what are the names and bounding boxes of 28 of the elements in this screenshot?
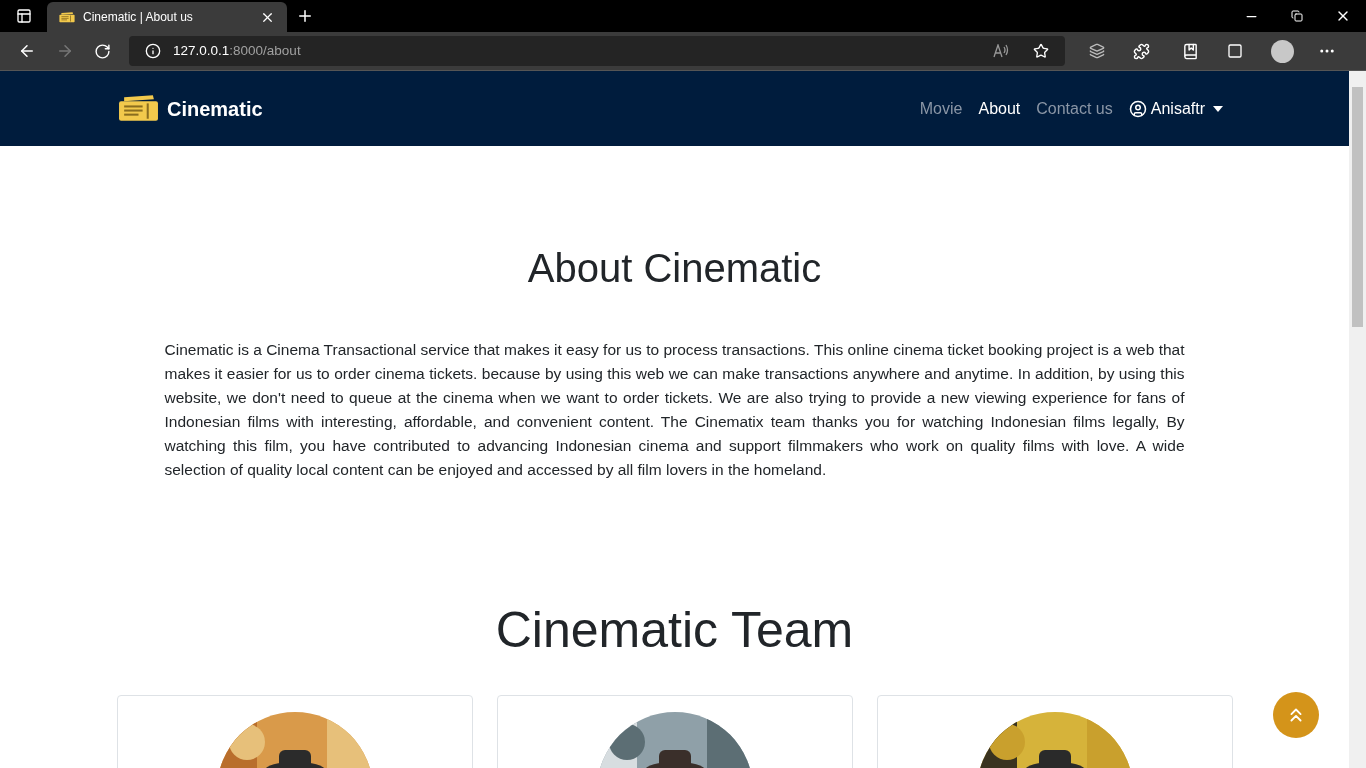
scrollbar[interactable] (1349, 71, 1366, 768)
user-icon (1128, 99, 1147, 118)
ticket-icon (118, 95, 159, 122)
back-icon[interactable] (18, 42, 36, 60)
nav-link[interactable]: Movie (911, 96, 971, 121)
about-text: Cinematic is a Cinema Transactional service that makes it easy for us to process transactions. This online cinema ticket booking project is a web that makes it easier for us to order cinema tickets. because by using this web we can make transactions anywhere and anytime. In addition, by using this website, we don't need to queue at the cinema when we want to order tickets. We are also trying to provide a new viewing experience for fans of Indonesian films with interesting, affordable, and convenient content. The Cinematix team thanks you for watching Indonesian films legally, By watching this film, you have contributed to advancing Indonesian cinema and support filmmakers who work on quality films with love. A wide selection of quality local content can be enjoyed and accessed by all film lovers in the homeland. (164, 340, 1185, 480)
reload-icon[interactable] (94, 42, 111, 60)
forward-icon[interactable] (56, 42, 74, 60)
restore-icon[interactable] (1291, 10, 1303, 22)
info-icon[interactable] (145, 43, 161, 59)
brand-name[interactable]: Cinematic (167, 93, 263, 124)
read-aloud-icon[interactable] (993, 44, 1009, 58)
nav-link[interactable]: Contact us (1028, 96, 1121, 121)
new-tab-icon[interactable] (296, 7, 314, 25)
tab-actions-icon[interactable] (15, 8, 32, 24)
about-heading: About Cinematic (527, 245, 822, 292)
back-to-top-button[interactable] (1273, 692, 1319, 738)
ticket-icon (59, 11, 75, 23)
user-menu[interactable]: Anisaftr (1128, 96, 1223, 121)
caret-icon (1213, 105, 1223, 112)
favorites-icon[interactable] (1182, 42, 1199, 60)
extensions-icon[interactable] (1133, 42, 1150, 60)
team-heading: Cinematic Team (495, 601, 854, 660)
favorite-add-icon[interactable] (1033, 43, 1049, 59)
address-bar[interactable]: 127.0.0.1:8000/about (129, 36, 1065, 66)
profile-avatar[interactable] (1271, 39, 1294, 63)
nav-link[interactable]: About (970, 96, 1029, 121)
browser-tab[interactable]: Cinematic | About us (47, 2, 287, 32)
